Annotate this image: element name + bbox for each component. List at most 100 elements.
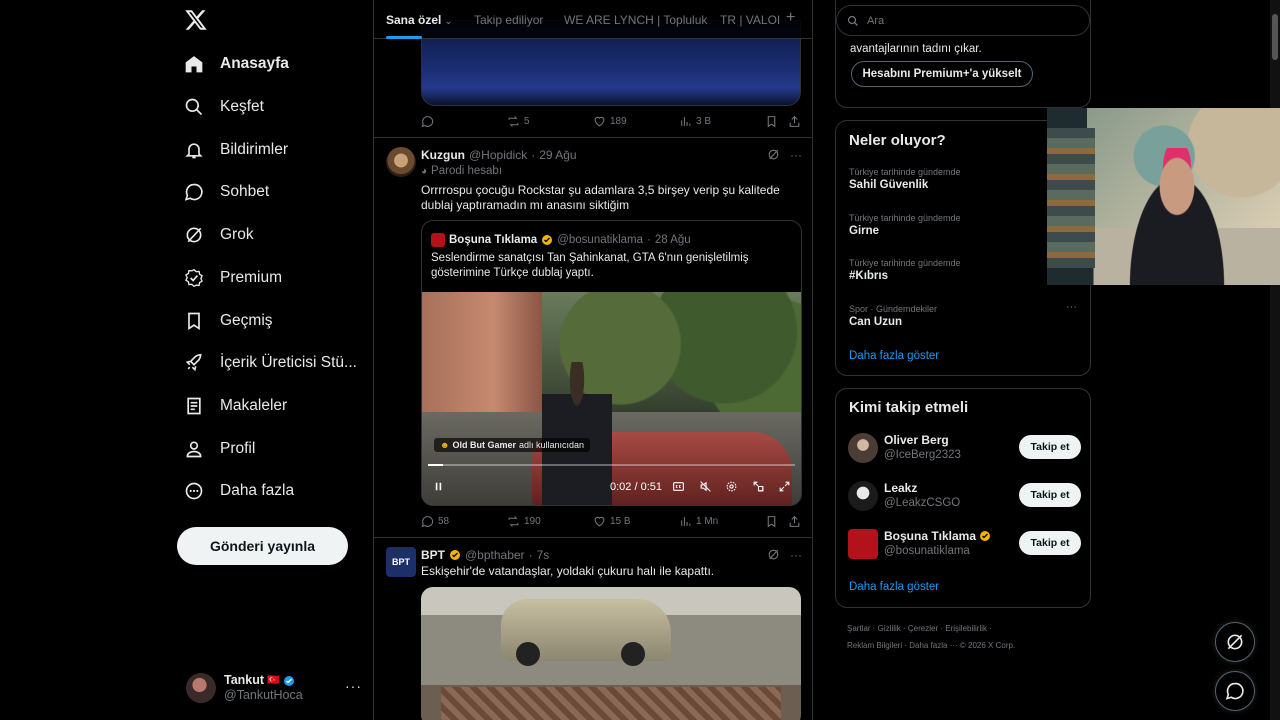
- video-player[interactable]: ☻ Old But Gamer adlı kullanıcıdan 0:02 /…: [422, 292, 801, 505]
- more-icon[interactable]: ···: [790, 548, 802, 562]
- heart-icon: [594, 116, 605, 127]
- nav-item-grok[interactable]: Grok: [184, 220, 254, 250]
- video-progress-bar[interactable]: [428, 464, 795, 466]
- tweet-author-name[interactable]: BPT: [421, 548, 445, 562]
- settings-button[interactable]: [725, 480, 738, 496]
- follow-show-more-link[interactable]: Daha fazla göster: [849, 581, 939, 593]
- post-button[interactable]: Gönderi yayınla: [177, 527, 348, 565]
- picture-in-picture-button[interactable]: [752, 480, 765, 496]
- quote-text: Seslendirme sanatçısı Tan Şahinkanat, GT…: [431, 252, 749, 279]
- active-tab-indicator: [386, 36, 422, 39]
- pause-button[interactable]: [432, 480, 445, 496]
- like-button[interactable]: 189: [593, 115, 627, 128]
- reply-button[interactable]: [421, 115, 438, 128]
- avatar[interactable]: [386, 147, 416, 177]
- who-to-follow-card: Kimi takip etmeli Oliver Berg @IceBerg23…: [835, 388, 1091, 608]
- grok-icon[interactable]: [767, 148, 780, 161]
- video-source-badge[interactable]: ☻ Old But Gamer adlı kullanıcıdan: [434, 438, 591, 452]
- trend-name: Girne: [849, 225, 880, 237]
- more-icon[interactable]: ···: [790, 148, 802, 162]
- divider: [374, 537, 812, 538]
- trends-show-more-link[interactable]: Daha fazla göster: [849, 350, 939, 362]
- tab-tr-valoi[interactable]: TR | VALOI: [720, 13, 780, 27]
- footer-links[interactable]: Reklam Bilgileri · Daha fazla ··· © 2026…: [847, 641, 1015, 650]
- tweet-author-handle[interactable]: @bpthaber: [465, 548, 525, 562]
- more-icon[interactable]: ···: [345, 678, 362, 694]
- avatar[interactable]: BPT: [386, 547, 416, 577]
- video-controls: 0:02 / 0:51: [422, 478, 801, 498]
- tweet-author-handle[interactable]: @Hopidick: [469, 148, 527, 162]
- follow-suggestion[interactable]: Boşuna Tıklama @bosunatiklama Takip et: [848, 527, 1082, 561]
- bookmark-icon: [767, 516, 776, 528]
- profile-icon: [186, 441, 202, 458]
- avatar: [186, 673, 216, 703]
- parody-text: Parodi hesabı: [431, 165, 503, 177]
- tab-for-you[interactable]: Sana özel ⌄: [386, 13, 452, 27]
- follow-suggestion[interactable]: Leakz @LeakzCSGO Takip et: [848, 479, 1082, 513]
- views-button[interactable]: 1 Mn: [679, 515, 718, 528]
- more-icon[interactable]: ···: [1066, 301, 1077, 313]
- x-logo-icon[interactable]: [184, 8, 208, 32]
- share-button[interactable]: [788, 515, 801, 528]
- search-input[interactable]: Ara: [867, 15, 884, 27]
- tweet-time[interactable]: 29 Ağu: [539, 148, 576, 162]
- reply-button[interactable]: 58: [421, 515, 449, 528]
- premium-icon: [185, 268, 203, 288]
- retweet-button[interactable]: 5: [507, 115, 530, 128]
- tweet-time[interactable]: 7s: [537, 548, 550, 562]
- grok-fab-button[interactable]: [1215, 622, 1255, 662]
- video-time: 0:02 / 0:51: [610, 481, 662, 493]
- nav-item-home[interactable]: Anasayfa: [184, 49, 289, 79]
- nav-item-bookmarks[interactable]: Geçmiş: [184, 306, 273, 336]
- nav-item-chat[interactable]: Sohbet: [184, 177, 269, 207]
- follow-button[interactable]: Takip et: [1019, 531, 1081, 555]
- reply-icon: [421, 516, 434, 528]
- like-count: 189: [610, 116, 627, 127]
- avatar: [848, 529, 878, 559]
- footer-links[interactable]: Şartlar · Gizlilik · Çerezler · Erişileb…: [847, 624, 992, 633]
- quote-header: Boşuna Tıklama @bosunatiklama · 28 Ağu: [431, 233, 691, 247]
- webcam-frame: [1047, 128, 1095, 268]
- nav-item-premium[interactable]: Premium: [184, 263, 282, 293]
- scrollbar-thumb[interactable]: [1272, 14, 1278, 60]
- nav-item-articles[interactable]: Makaleler: [184, 391, 287, 421]
- like-button[interactable]: 15 B: [593, 515, 631, 528]
- tweet-media[interactable]: [421, 587, 801, 720]
- retweet-count: 190: [524, 516, 541, 527]
- trend-name: #Kıbrıs: [849, 270, 888, 282]
- chat-icon: [1225, 682, 1244, 700]
- quote-author-handle: @bosunatiklama: [557, 234, 644, 246]
- bookmark-button[interactable]: [765, 515, 778, 528]
- quoted-tweet[interactable]: Boşuna Tıklama @bosunatiklama · 28 Ağu S…: [421, 220, 802, 506]
- tweet-actions: 5 189 3 B: [421, 115, 801, 131]
- mute-button[interactable]: [699, 480, 712, 496]
- nav-item-creator-studio[interactable]: İçerik Üreticisi Stü...: [184, 348, 357, 378]
- tab-community[interactable]: WE ARE LYNCH | Topluluk: [564, 13, 707, 27]
- nav-item-more[interactable]: Daha fazla: [184, 476, 294, 506]
- bookmark-button[interactable]: [765, 115, 778, 128]
- nav-item-explore[interactable]: Keşfet: [184, 92, 264, 122]
- follow-suggestion[interactable]: Oliver Berg @IceBerg2323 Takip et: [848, 431, 1082, 465]
- add-tab-button[interactable]: +: [786, 9, 795, 27]
- share-button[interactable]: [788, 115, 801, 128]
- timeline: Sana özel ⌄ Takip ediliyor WE ARE LYNCH …: [373, 0, 813, 720]
- left-navigation: Anasayfa Keşfet Bildirimler Sohbet Grok …: [170, 0, 370, 720]
- upgrade-premium-button[interactable]: Hesabını Premium+'a yükselt: [851, 61, 1033, 87]
- trend-context: Spor · Gündemdekiler: [849, 304, 938, 314]
- search-bar[interactable]: Ara: [836, 5, 1090, 36]
- captions-button[interactable]: [672, 480, 685, 496]
- fullscreen-button[interactable]: [778, 480, 791, 496]
- views-button[interactable]: 3 B: [679, 115, 711, 128]
- source-avatar-icon: ☻: [440, 440, 450, 450]
- account-switcher[interactable]: Tankut 🇹🇷 @TankutHoca ···: [186, 672, 362, 704]
- grok-icon[interactable]: [767, 548, 780, 561]
- nav-item-notifications[interactable]: Bildirimler: [184, 135, 288, 165]
- follow-button[interactable]: Takip et: [1019, 435, 1081, 459]
- tweet-author-name[interactable]: Kuzgun: [421, 148, 465, 162]
- tab-following[interactable]: Takip ediliyor: [474, 13, 543, 27]
- nav-item-profile[interactable]: Profil: [184, 434, 255, 464]
- messages-fab-button[interactable]: [1215, 671, 1255, 711]
- suggestion-name-text: Oliver Berg: [884, 433, 949, 447]
- follow-button[interactable]: Takip et: [1019, 483, 1081, 507]
- retweet-button[interactable]: 190: [507, 515, 541, 528]
